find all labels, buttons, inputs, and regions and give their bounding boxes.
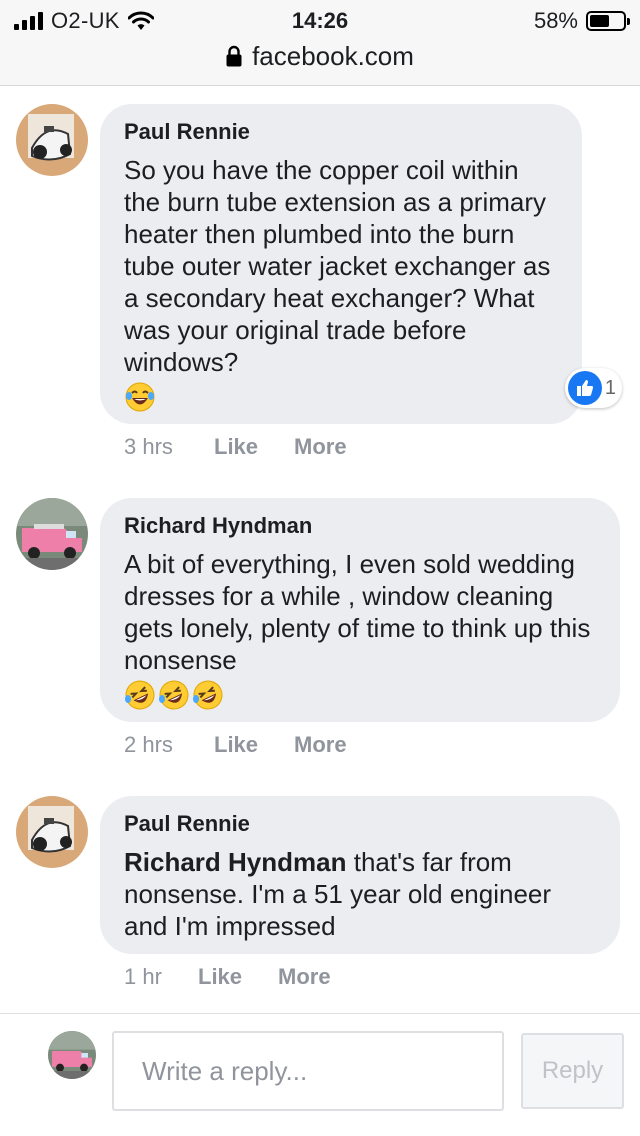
comment-actions: 1 hr Like More	[124, 962, 331, 992]
comment-timestamp[interactable]: 3 hrs	[124, 432, 214, 462]
rolling-laughing-emoji-icon	[159, 680, 189, 710]
comment-author[interactable]: Paul Rennie	[124, 810, 596, 838]
battery-percent: 58%	[533, 8, 578, 33]
like-button[interactable]: Like	[214, 432, 294, 462]
emoji-row	[124, 380, 156, 414]
lock-icon	[226, 45, 242, 67]
comment-actions: 3 hrs Like More	[124, 432, 347, 462]
comment-text: So you have the copper coil within the b…	[124, 155, 551, 377]
like-button[interactable]: Like	[198, 962, 278, 992]
emoji-row	[124, 678, 224, 712]
comment-author[interactable]: Paul Rennie	[124, 118, 558, 146]
battery-fill	[590, 15, 609, 27]
mention-link[interactable]: Richard Hyndman	[124, 847, 347, 877]
thumbs-up-icon	[567, 371, 602, 405]
comment-actions: 2 hrs Like More	[124, 730, 347, 760]
avatar[interactable]	[16, 498, 88, 570]
comment-bubble: Paul Rennie Richard Hyndman that's far f…	[100, 796, 620, 954]
reply-composer: Write a reply... Reply	[0, 1013, 640, 1136]
rolling-laughing-emoji-icon	[193, 680, 223, 710]
reaction-badge[interactable]: 1	[564, 368, 622, 408]
comment-text: A bit of everything, I even sold wedding…	[124, 549, 591, 675]
avatar[interactable]	[16, 796, 88, 868]
battery-icon	[586, 11, 630, 31]
url-domain: facebook.com	[252, 40, 414, 71]
like-button[interactable]: Like	[214, 730, 294, 760]
reaction-count: 1	[604, 376, 616, 399]
comment-author[interactable]: Richard Hyndman	[124, 512, 596, 540]
reply-input[interactable]: Write a reply...	[112, 1031, 504, 1111]
comment-text: Richard Hyndman that's far from nonsense…	[124, 846, 596, 942]
comment-bubble: Paul Rennie So you have the copper coil …	[100, 104, 582, 424]
comment-timestamp[interactable]: 1 hr	[124, 962, 198, 992]
reply-button[interactable]: Reply	[521, 1033, 624, 1109]
more-button[interactable]: More	[294, 730, 347, 760]
battery-status: 58%	[533, 7, 630, 35]
laughing-tears-emoji-icon	[125, 382, 155, 412]
comment-bubble: Richard Hyndman A bit of everything, I e…	[100, 498, 620, 722]
avatar	[48, 1031, 96, 1079]
rolling-laughing-emoji-icon	[125, 680, 155, 710]
more-button[interactable]: More	[294, 432, 347, 462]
more-button[interactable]: More	[278, 962, 331, 992]
browser-top-bar: O2-UK 14:26 58% facebook.com	[0, 0, 640, 86]
comment-timestamp[interactable]: 2 hrs	[124, 730, 214, 760]
url-bar[interactable]: facebook.com	[0, 40, 640, 72]
avatar[interactable]	[16, 104, 88, 176]
